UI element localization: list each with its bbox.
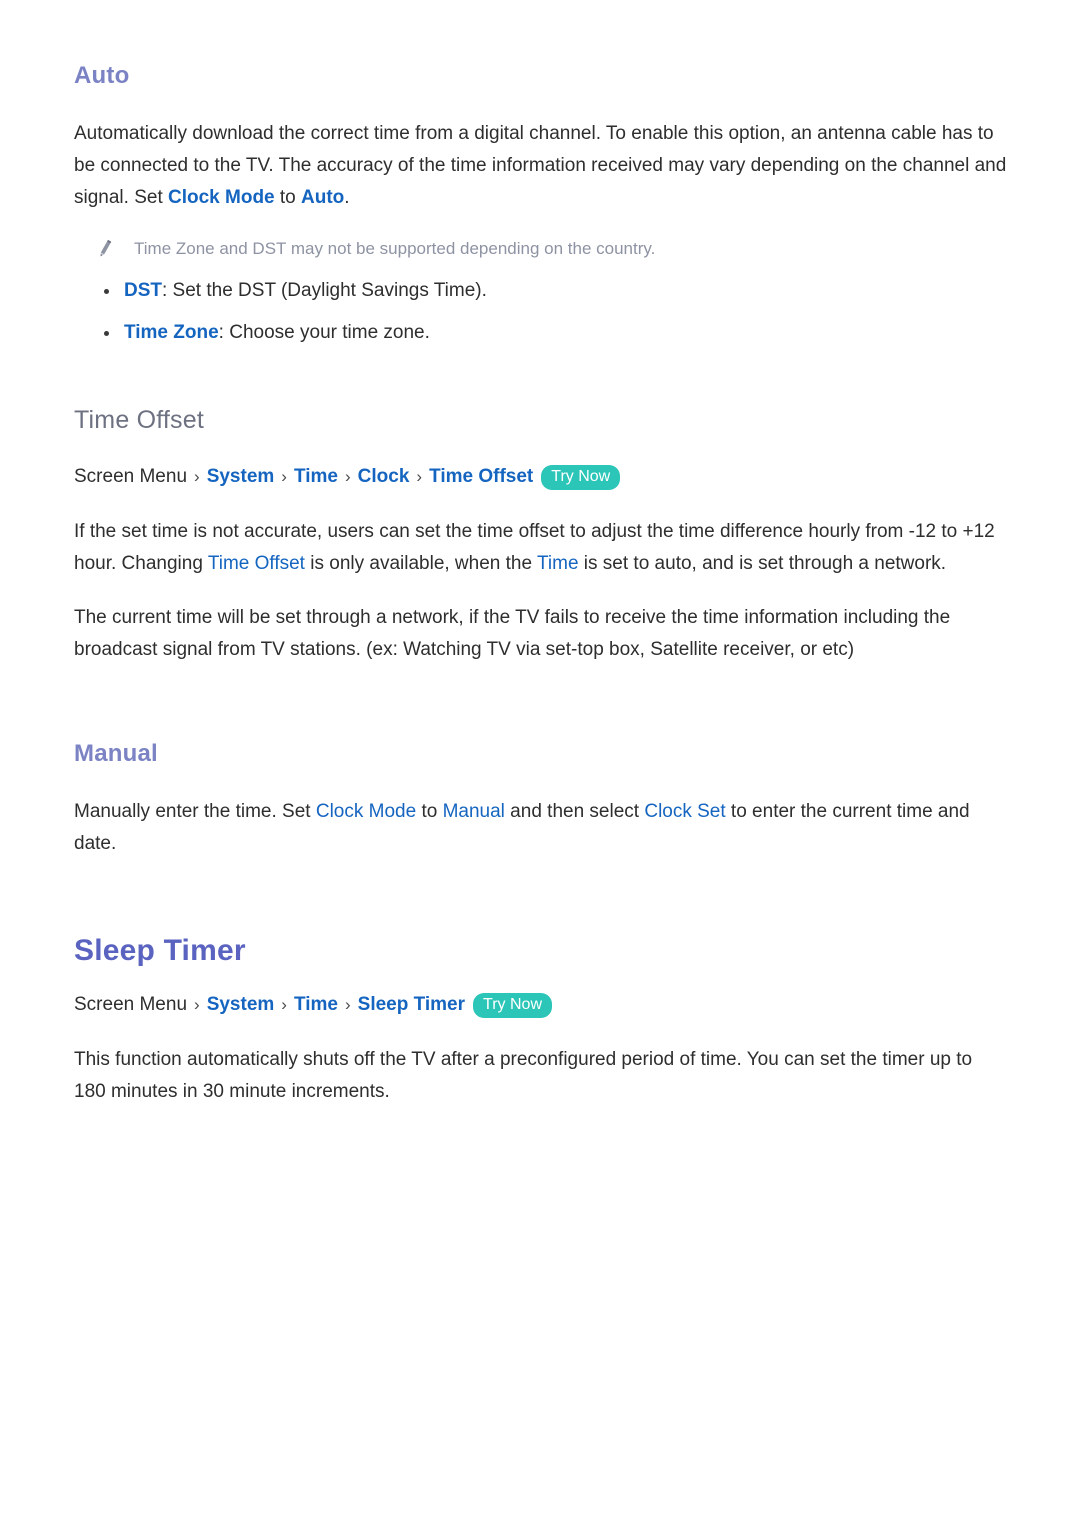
link-time-zone[interactable]: Time Zone xyxy=(124,322,219,343)
link-auto[interactable]: Auto xyxy=(301,187,344,208)
link-dst[interactable]: DST xyxy=(124,280,162,301)
manual-part3: and then select xyxy=(504,800,645,822)
chevron-right-icon: › xyxy=(344,995,351,1015)
chevron-right-icon: › xyxy=(194,467,200,487)
time-offset-p1-part2: is only available, when the xyxy=(304,553,537,575)
auto-description-paragraph: Automatically download the correct time … xyxy=(74,118,1008,214)
link-time[interactable]: Time xyxy=(537,553,579,574)
bullet-dst-text: : Set the DST (Daylight Savings Time). xyxy=(162,279,487,301)
list-item: Time Zone: Choose your time zone. xyxy=(98,318,1008,348)
chevron-right-icon: › xyxy=(344,467,351,487)
breadcrumb-item-system[interactable]: System xyxy=(207,462,275,492)
note-text: Time Zone and DST may not be supported d… xyxy=(134,238,656,258)
bullet-time-zone-text: : Choose your time zone. xyxy=(218,321,430,343)
link-manual[interactable]: Manual xyxy=(443,801,505,822)
link-clock-mode[interactable]: Clock Mode xyxy=(168,187,275,208)
time-offset-paragraph-2: The current time will be set through a n… xyxy=(74,607,951,661)
time-offset-p1-part3: is set to auto, and is set through a net… xyxy=(578,553,947,575)
breadcrumb-item-sleep-timer[interactable]: Sleep Timer xyxy=(358,990,465,1020)
chevron-right-icon: › xyxy=(194,995,200,1015)
breadcrumb-item-clock[interactable]: Clock xyxy=(358,462,410,492)
chevron-right-icon: › xyxy=(281,995,287,1015)
breadcrumb-sleep-timer: Screen Menu › System › Time › Sleep Time… xyxy=(74,990,1008,1020)
auto-bullet-list: DST: Set the DST (Daylight Savings Time)… xyxy=(74,276,1008,348)
breadcrumb-item-time[interactable]: Time xyxy=(294,462,338,492)
page-title-sleep-timer: Sleep Timer xyxy=(74,933,246,967)
manual-description-paragraph: Manually enter the time. Set Clock Mode … xyxy=(74,796,1008,860)
chevron-right-icon: › xyxy=(416,467,423,487)
list-item: DST: Set the DST (Daylight Savings Time)… xyxy=(98,276,1008,306)
document-page: Auto Automatically download the correct … xyxy=(0,0,1080,1527)
breadcrumb-time-offset: Screen Menu › System › Time › Clock › Ti… xyxy=(74,462,1008,492)
manual-part1: Manually enter the time. Set xyxy=(74,800,316,822)
breadcrumb-item-system[interactable]: System xyxy=(207,990,275,1020)
note-time-zone-dst: Time Zone and DST may not be supported d… xyxy=(96,236,1008,262)
breadcrumb-root: Screen Menu xyxy=(74,466,188,488)
section-heading-manual: Manual xyxy=(74,740,158,768)
manual-part2: to xyxy=(416,800,443,822)
auto-paragraph-part2: to xyxy=(274,186,302,208)
section-heading-auto: Auto xyxy=(74,62,130,89)
pencil-icon xyxy=(96,238,116,260)
try-now-badge[interactable]: Try Now xyxy=(541,464,621,490)
link-time-offset[interactable]: Time Offset xyxy=(208,553,305,574)
breadcrumb-item-time[interactable]: Time xyxy=(294,990,338,1020)
chevron-right-icon: › xyxy=(281,467,287,487)
try-now-badge[interactable]: Try Now xyxy=(473,992,552,1018)
breadcrumb-root: Screen Menu xyxy=(74,994,188,1016)
section-heading-time-offset: Time Offset xyxy=(74,405,205,434)
breadcrumb-item-time-offset[interactable]: Time Offset xyxy=(429,462,533,492)
link-clock-set[interactable]: Clock Set xyxy=(644,801,725,822)
link-clock-mode[interactable]: Clock Mode xyxy=(316,801,416,822)
sleep-timer-paragraph: This function automatically shuts off th… xyxy=(74,1049,973,1103)
auto-paragraph-part3: . xyxy=(344,186,350,208)
time-offset-paragraph-1: If the set time is not accurate, users c… xyxy=(74,516,1008,580)
